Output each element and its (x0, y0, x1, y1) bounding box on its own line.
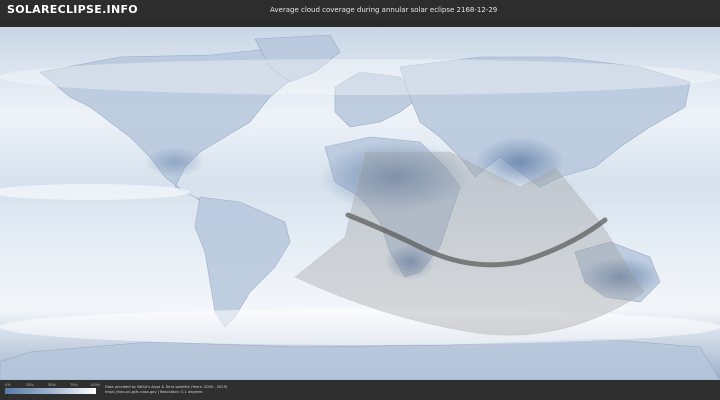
logo-eclipse-info: ECLIPSE.INFO (49, 3, 138, 16)
logo-solar: SOLAR (7, 3, 50, 16)
site-logo[interactable]: SOLARECLIPSE.INFO (7, 3, 138, 17)
northern-band (0, 59, 720, 95)
legend-tick: 0% (5, 383, 11, 387)
mexico-clear-sky (145, 147, 205, 177)
legend-tick: 25% (26, 383, 34, 387)
cloud-coverage-map (0, 27, 720, 380)
legend-tick: 100% (90, 383, 101, 387)
southern-ocean-band (0, 309, 720, 345)
footer-bar: 0% 25% 50% 75% 100% Data provided by NAS… (0, 380, 720, 400)
data-credit: Data provided by NASA's Aqua & Terra sat… (105, 385, 227, 395)
cloud-coverage-legend-bar (5, 388, 96, 394)
legend-tick: 50% (48, 383, 56, 387)
map-title: Average cloud coverage during annular so… (270, 6, 498, 14)
credit-line-2: https://neo.sci.gsfc.nasa.gov | Resoluti… (105, 390, 203, 394)
header-bar: SOLARECLIPSE.INFO Average cloud coverage… (0, 0, 720, 20)
legend-tick: 75% (70, 383, 78, 387)
